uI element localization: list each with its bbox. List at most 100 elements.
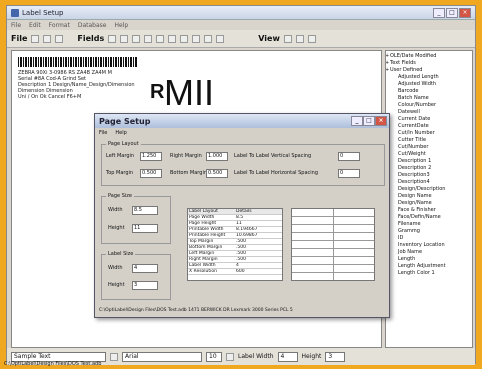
tree-item[interactable]: Cut/Weight [388, 151, 470, 158]
tree-item[interactable]: ID [388, 235, 470, 242]
table-cell-property: Page Width [189, 215, 215, 220]
vertical-spacing-field[interactable]: 0 [338, 152, 360, 161]
tree-item[interactable]: Grammg [388, 228, 470, 235]
dialog-menu-help[interactable]: Help [115, 130, 126, 136]
tree-item[interactable]: Filename [388, 221, 470, 228]
font-icon[interactable] [110, 352, 118, 361]
tree-item[interactable]: Description4 [388, 179, 470, 186]
grid-icon[interactable] [216, 34, 225, 43]
bold-icon[interactable] [226, 352, 234, 361]
font-name-select[interactable]: Arial [122, 351, 202, 362]
tree-item[interactable]: Description 2 [388, 165, 470, 172]
label-width-field[interactable]: 4 [277, 351, 298, 362]
table-cell-property: Printable Height [189, 233, 226, 238]
label-preview-grid [291, 208, 375, 281]
table-row[interactable]: X Resolution 600 [188, 269, 282, 275]
font-sample-field[interactable]: Sample Text [11, 351, 106, 362]
dialog-title: Page Setup [99, 116, 151, 126]
tree-root-text-fields[interactable]: Text Fields [386, 60, 470, 67]
page-size-group: Page Size Width 8.5 Height 11 [101, 193, 171, 244]
tree-item[interactable]: Face & Finisher [388, 207, 470, 214]
tree-item[interactable]: Cutter Title [388, 137, 470, 144]
label-line-5[interactable]: Uni / On Ok Cancel F6+M [18, 94, 81, 100]
line-field-icon[interactable] [132, 34, 141, 43]
label-big-r[interactable]: R [150, 81, 164, 104]
tree-item[interactable]: Length Adjustment [388, 263, 470, 270]
align-left-icon[interactable] [168, 34, 177, 43]
zoom-icon[interactable] [283, 34, 292, 43]
dialog-close-button[interactable]: × [375, 116, 387, 126]
menu-database[interactable]: Database [78, 22, 107, 29]
dialog-minimize-button[interactable]: _ [351, 116, 363, 126]
barcode-graphic[interactable] [18, 57, 138, 67]
tree-item[interactable]: Current Date [388, 116, 470, 123]
menu-format[interactable]: Format [49, 22, 70, 29]
table-cell-property: X Resolution [189, 269, 218, 274]
page-height-field[interactable]: 11 [132, 224, 158, 233]
page-layout-group: Page Layout Left Margin 1.250 Right Marg… [101, 141, 385, 186]
label-width-field[interactable]: 4 [132, 264, 158, 273]
tree-root-ole-date[interactable]: OLE/Date Modified [386, 53, 470, 60]
text-field-icon[interactable] [108, 34, 117, 43]
tree-item[interactable]: CurrentDate [388, 123, 470, 130]
top-margin-label: Top Margin [106, 170, 134, 176]
dialog-maximize-button[interactable]: □ [363, 116, 375, 126]
tree-root-user-defined[interactable]: User Defined [386, 67, 470, 74]
dialog-menu-file[interactable]: File [99, 130, 107, 136]
tree-item[interactable]: Adjusted Width [388, 81, 470, 88]
label-big-text[interactable]: MII [164, 75, 214, 111]
title-bar: Label Setup _ □ × [7, 6, 475, 20]
toolbar-file-label: File [11, 34, 28, 43]
minimize-button[interactable]: _ [433, 8, 445, 18]
tree-item[interactable]: Barcode [388, 88, 470, 95]
label-height-field[interactable]: 3 [132, 281, 158, 290]
menu-edit[interactable]: Edit [29, 22, 41, 29]
dialog-status-bar: C:\OptiLabel\Design Files\DOS Test.adb 1… [99, 308, 293, 313]
bottom-margin-label: Bottom Margin [170, 170, 208, 176]
tree-item[interactable]: Length Color 1 [388, 270, 470, 277]
save-icon[interactable] [43, 34, 52, 43]
page-width-field[interactable]: 8.5 [132, 206, 158, 215]
tree-item[interactable]: Description3 [388, 172, 470, 179]
tree-item[interactable]: Batch Name [388, 95, 470, 102]
tree-item[interactable]: Design Name [388, 193, 470, 200]
align-right-icon[interactable] [192, 34, 201, 43]
table-cell-value: .500 [236, 257, 247, 262]
zoom-out-icon[interactable] [307, 34, 316, 43]
tree-item[interactable]: Colour/Number [388, 102, 470, 109]
table-cell-value: 4 [236, 263, 239, 268]
tree-item[interactable]: Face/Defin/Name [388, 214, 470, 221]
label-layout-table[interactable]: Label Layout Details Page Width 8.5 Page H… [187, 208, 283, 281]
tree-item[interactable]: Datewell [388, 109, 470, 116]
close-button[interactable]: × [459, 8, 471, 18]
zoom-in-icon[interactable] [295, 34, 304, 43]
rotate-icon[interactable] [204, 34, 213, 43]
left-margin-field[interactable]: 1.250 [140, 152, 162, 161]
tree-item[interactable]: Inventory Location [388, 242, 470, 249]
tree-item[interactable]: Cut/In Number [388, 130, 470, 137]
tree-item[interactable]: Adjusted Length [388, 74, 470, 81]
tree-item[interactable]: Design/Name [388, 200, 470, 207]
print-icon[interactable] [55, 34, 64, 43]
horizontal-spacing-field[interactable]: 0 [338, 169, 360, 178]
menu-file[interactable]: File [11, 22, 21, 29]
menu-help[interactable]: Help [114, 22, 128, 29]
top-margin-field[interactable]: 0.500 [140, 169, 162, 178]
tree-item[interactable]: Design/Description [388, 186, 470, 193]
image-field-icon[interactable] [156, 34, 165, 43]
maximize-button[interactable]: □ [446, 8, 458, 18]
tree-item[interactable]: Cut/Number [388, 144, 470, 151]
tree-item[interactable]: Job Name [388, 249, 470, 256]
barcode-field-icon[interactable] [120, 34, 129, 43]
open-icon[interactable] [31, 34, 40, 43]
height-field[interactable]: 3 [325, 351, 346, 362]
tree-item[interactable]: Description 1 [388, 158, 470, 165]
bottom-margin-field[interactable]: 0.500 [206, 169, 228, 178]
tree-item[interactable]: Length [388, 256, 470, 263]
field-tree[interactable]: OLE/Date Modified Text Fields User Defin… [385, 50, 473, 348]
box-field-icon[interactable] [144, 34, 153, 43]
align-center-icon[interactable] [180, 34, 189, 43]
font-size-select[interactable]: 10 [206, 351, 222, 362]
right-margin-field[interactable]: 1.000 [206, 152, 228, 161]
table-cell-property: Label Width [189, 263, 216, 268]
